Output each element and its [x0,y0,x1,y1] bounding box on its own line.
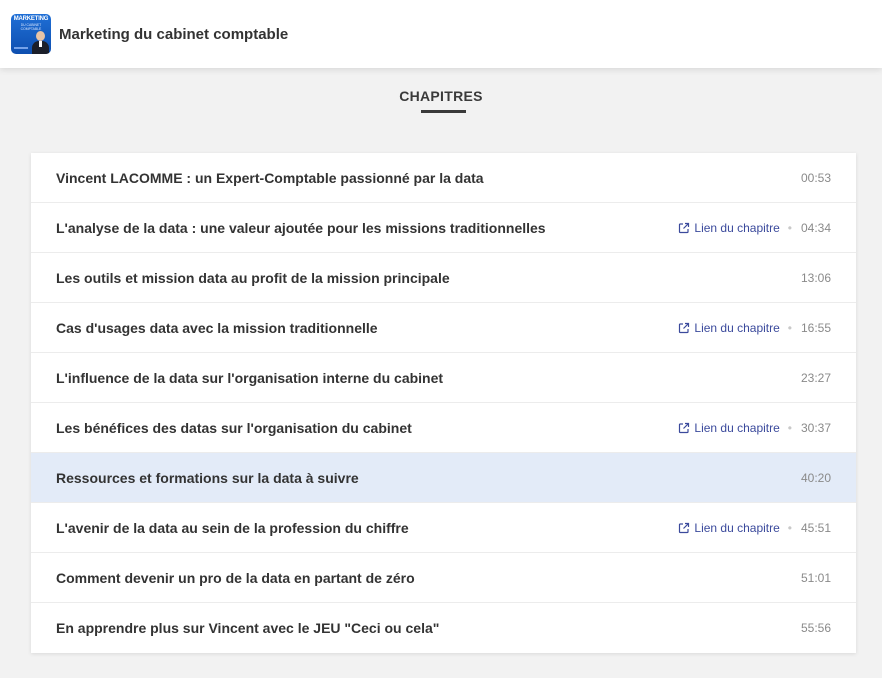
external-link-icon [679,222,690,233]
chapter-link[interactable]: Lien du chapitre [678,520,780,535]
separator-dot: • [787,420,792,435]
chapter-row[interactable]: Les bénéfices des datas sur l'organisati… [31,403,856,453]
chapter-time[interactable]: 16:55 [800,321,831,335]
chapter-time[interactable]: 45:51 [800,521,831,535]
chapter-time[interactable]: 40:20 [800,471,831,485]
chapter-time[interactable]: 04:34 [800,221,831,235]
separator-dot: • [787,220,792,235]
chapter-title: L'influence de la data sur l'organisatio… [56,369,444,386]
chapter-time[interactable]: 30:37 [800,421,831,435]
chapter-time[interactable]: 55:56 [800,621,831,635]
logo-text-line2: DU CABINET COMPTABLE [20,23,42,31]
logo-text-line1: MARKETING [13,16,49,22]
chapter-row[interactable]: L'influence de la data sur l'organisatio… [31,353,856,403]
podcast-logo[interactable]: MARKETING DU CABINET COMPTABLE [11,14,51,54]
logo-decoration [14,47,28,49]
chapters-heading: CHAPITRES [399,88,483,104]
chapter-time[interactable]: 00:53 [800,171,831,185]
chapter-row[interactable]: L'analyse de la data : une valeur ajouté… [31,203,856,253]
external-link-icon [679,322,690,333]
chapter-title: Les outils et mission data au profit de … [56,269,450,286]
chapter-link-label: Lien du chapitre [694,320,780,335]
external-link-icon [679,522,690,533]
chapter-time[interactable]: 13:06 [800,271,831,285]
chapter-title: L'avenir de la data au sein de la profes… [56,519,409,536]
chapter-link-label: Lien du chapitre [694,220,780,235]
external-link-icon [679,422,690,433]
separator-dot: • [787,320,792,335]
chapter-link[interactable]: Lien du chapitre [678,420,780,435]
logo-portrait-head [36,31,45,41]
chapter-title: Les bénéfices des datas sur l'organisati… [56,419,412,436]
chapter-title: En apprendre plus sur Vincent avec le JE… [56,620,440,636]
chapter-list: Vincent LACOMME : un Expert-Comptable pa… [31,153,856,653]
chapter-title: Cas d'usages data avec la mission tradit… [56,319,378,336]
chapter-title: L'analyse de la data : une valeur ajouté… [56,219,546,236]
chapter-row[interactable]: L'avenir de la data au sein de la profes… [31,503,856,553]
chapter-title: Comment devenir un pro de la data en par… [56,569,415,586]
chapter-link-label: Lien du chapitre [694,520,780,535]
logo-portrait-collar [39,41,42,47]
chapter-time[interactable]: 23:27 [800,371,831,385]
chapter-link[interactable]: Lien du chapitre [678,220,780,235]
chapter-row[interactable]: Les outils et mission data au profit de … [31,253,856,303]
app-header: MARKETING DU CABINET COMPTABLE Marketing… [0,0,882,68]
chapter-title: Vincent LACOMME : un Expert-Comptable pa… [56,169,484,186]
chapter-row[interactable]: En apprendre plus sur Vincent avec le JE… [31,603,856,653]
chapter-link[interactable]: Lien du chapitre [678,320,780,335]
separator-dot: • [787,520,792,535]
chapter-row[interactable]: Cas d'usages data avec la mission tradit… [31,303,856,353]
chapter-row[interactable]: Comment devenir un pro de la data en par… [31,553,856,603]
chapter-time[interactable]: 51:01 [800,571,831,585]
chapter-link-label: Lien du chapitre [694,420,780,435]
chapter-title: Ressources et formations sur la data à s… [56,469,359,486]
podcast-title[interactable]: Marketing du cabinet comptable [59,26,288,43]
chapters-heading-underline [421,110,466,113]
chapter-row[interactable]: Ressources et formations sur la data à s… [31,453,856,503]
chapter-row[interactable]: Vincent LACOMME : un Expert-Comptable pa… [31,153,856,203]
